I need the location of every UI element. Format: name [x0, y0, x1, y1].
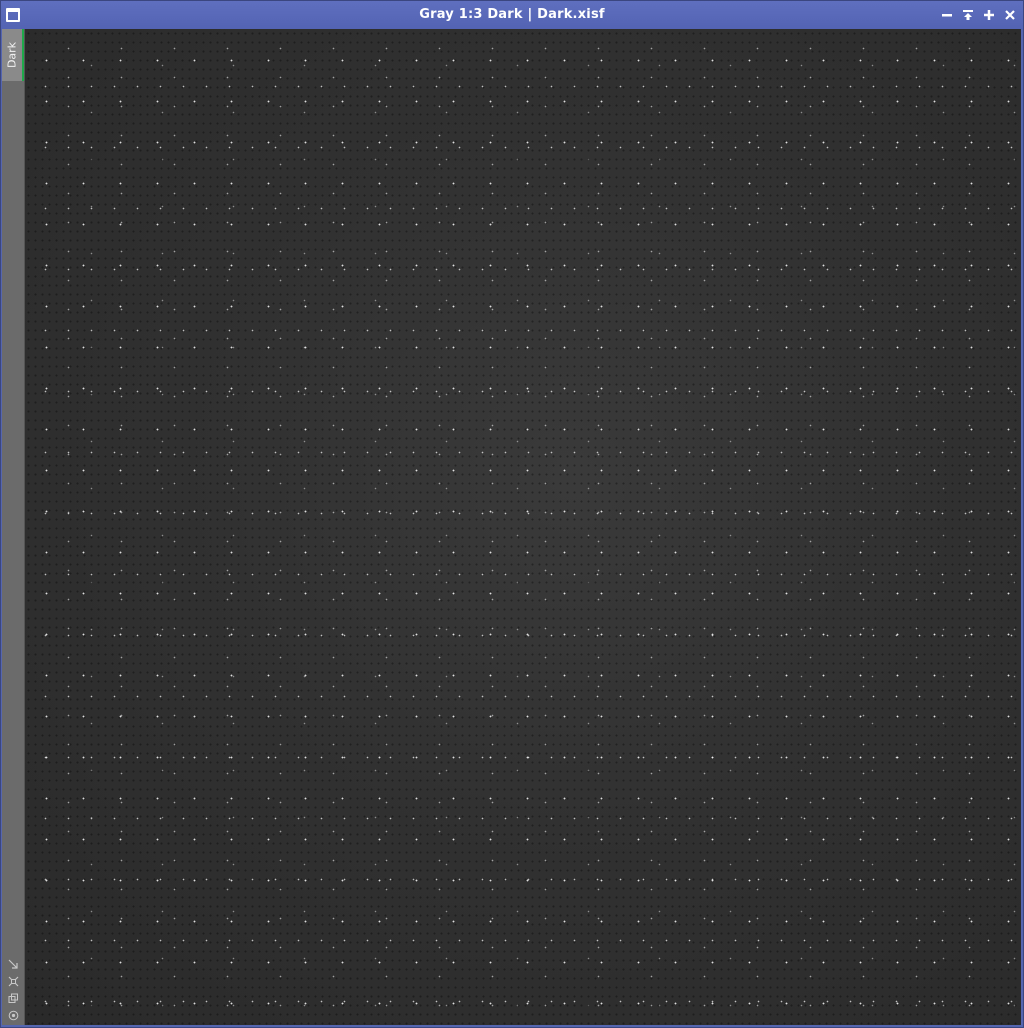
window-title: Gray 1:3 Dark | Dark.xisf	[419, 7, 605, 22]
image-canvas[interactable]	[25, 29, 1021, 1025]
tab-dark-label: Dark	[5, 41, 19, 69]
clone-icon[interactable]	[7, 992, 19, 1004]
sidebar-tools	[2, 958, 24, 1021]
minimize-icon[interactable]	[940, 8, 954, 22]
fit-view-icon[interactable]	[7, 975, 19, 987]
title-bar[interactable]: Gray 1:3 Dark | Dark.xisf	[1, 1, 1023, 29]
shade-icon[interactable]	[961, 8, 975, 22]
tab-dark[interactable]: Dark	[2, 29, 24, 81]
resize-icon[interactable]	[7, 958, 19, 970]
close-icon[interactable]	[1003, 8, 1017, 22]
view-sidebar: Dark	[2, 29, 25, 1025]
window-controls	[940, 8, 1017, 22]
image-window: Gray 1:3 Dark | Dark.xisf Dark	[0, 0, 1024, 1028]
maximize-icon[interactable]	[982, 8, 996, 22]
settings-icon[interactable]	[7, 1009, 19, 1021]
